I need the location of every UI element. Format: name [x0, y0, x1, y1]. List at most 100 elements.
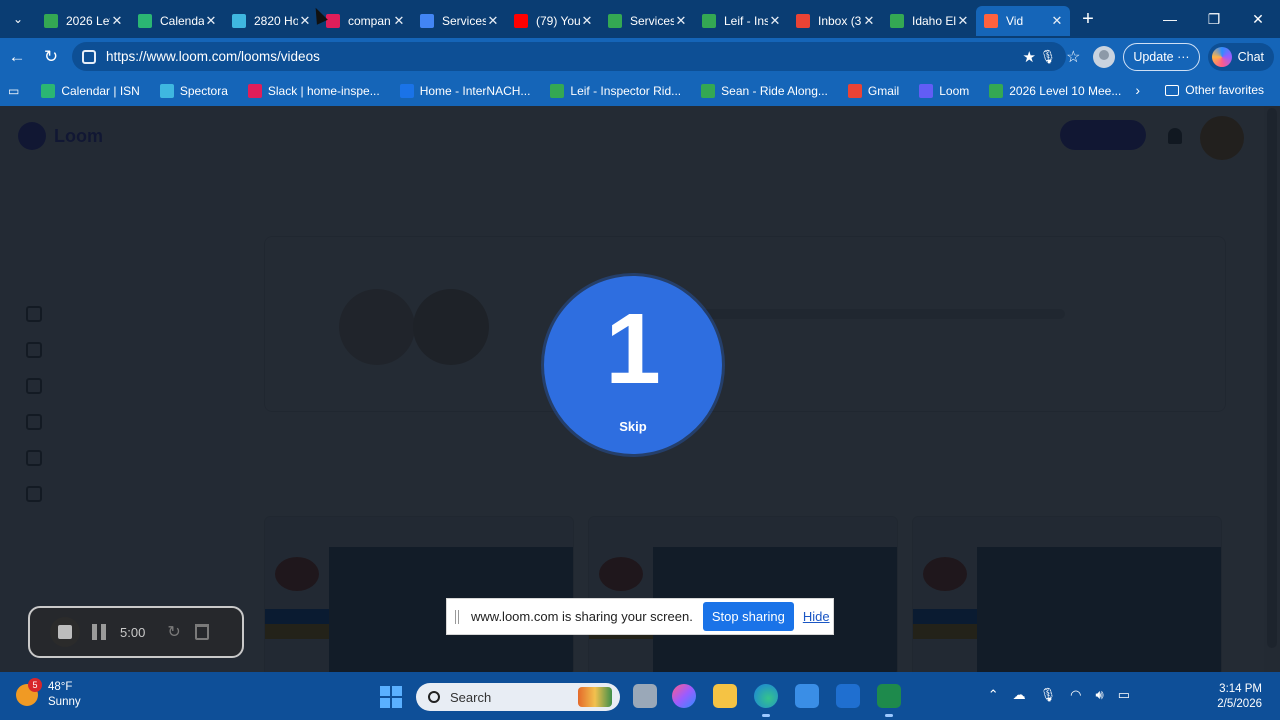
isn-icon	[138, 14, 152, 28]
copilot-icon	[1211, 47, 1232, 67]
browser-tab[interactable]: compan ✕	[318, 6, 412, 36]
weather-text: 48°F Sunny	[48, 680, 81, 710]
copilot-app-icon[interactable]	[672, 684, 696, 708]
tab-title: Services	[442, 14, 486, 28]
other-favorites[interactable]: Other favorites	[1165, 83, 1264, 97]
chevron-up-icon[interactable]: ⌃	[988, 687, 999, 703]
edge-browser-icon[interactable]	[754, 684, 778, 717]
tab-title: (79) You	[536, 14, 580, 28]
clock-date: 2/5/2026	[1217, 698, 1262, 710]
tabs-container: 2026 Lev✕Calenda✕2820 Ho✕compan✕Services…	[36, 2, 1070, 36]
browser-tab[interactable]: Calenda ✕	[130, 6, 224, 36]
share-message: www.loom.com is sharing your screen.	[471, 609, 693, 624]
skip-label: Skip	[619, 419, 647, 434]
outlook-icon[interactable]	[836, 684, 860, 708]
close-tab-icon[interactable]: ✕	[486, 13, 500, 29]
weather-condition: Sunny	[48, 696, 81, 708]
close-tab-icon[interactable]: ✕	[110, 13, 124, 29]
close-tab-icon[interactable]: ✕	[392, 13, 406, 29]
window-controls: — ❐ ✕	[1148, 0, 1280, 38]
microphone-icon[interactable]: 🎙︎	[1040, 687, 1057, 703]
sidebar-toggle-icon[interactable]: ▭	[8, 84, 19, 98]
loom-icon	[919, 84, 934, 98]
update-button[interactable]: Update ···	[1123, 43, 1200, 71]
close-tab-icon[interactable]: ✕	[674, 13, 688, 29]
weather-widget[interactable]: 5 48°F Sunny	[16, 678, 81, 710]
internachi-icon	[399, 84, 414, 98]
bookmark-label: 2026 Level 10 Mee...	[1009, 84, 1122, 98]
close-tab-icon[interactable]: ✕	[204, 13, 218, 29]
bookmark-item[interactable]: Leif - Inspector Rid...	[550, 84, 681, 98]
copilot-chat-button[interactable]: Chat	[1207, 43, 1274, 71]
stop-sharing-button[interactable]: Stop sharing	[702, 602, 794, 631]
spectora-icon	[159, 84, 174, 98]
close-tab-icon[interactable]: ✕	[580, 13, 594, 29]
chevron-right-icon[interactable]: ›	[1135, 82, 1140, 98]
close-tab-icon[interactable]: ✕	[862, 13, 876, 29]
browser-tab[interactable]: Vid ✕	[976, 6, 1070, 36]
minimize-icon[interactable]: —	[1148, 0, 1192, 38]
sheets-icon	[608, 14, 622, 28]
docs-icon	[420, 14, 434, 28]
bookmark-item[interactable]: Spectora	[159, 84, 228, 98]
bookmark-item[interactable]: Loom	[919, 84, 969, 98]
close-window-icon[interactable]: ✕	[1236, 0, 1280, 38]
task-view-icon[interactable]	[633, 684, 657, 708]
restore-icon[interactable]: ❐	[1192, 0, 1236, 38]
close-tab-icon[interactable]: ✕	[956, 13, 970, 29]
taskbar-search[interactable]: Search	[416, 683, 620, 711]
bookmark-item[interactable]: 2026 Level 10 Mee...	[989, 84, 1121, 98]
profile-avatar[interactable]	[1093, 46, 1116, 68]
browser-tab[interactable]: Services ✕	[600, 6, 694, 36]
toolbar-right: ☆ Update ··· Chat	[1061, 42, 1274, 72]
search-icon	[428, 691, 440, 703]
hide-link[interactable]: Hide	[803, 609, 830, 624]
excel-icon[interactable]	[877, 684, 901, 717]
search-placeholder: Search	[450, 689, 492, 705]
clock[interactable]: 3:14 PM 2/5/2026	[1217, 682, 1262, 712]
file-explorer-icon[interactable]	[713, 684, 737, 708]
restart-icon[interactable]: ↻	[167, 622, 180, 642]
browser-tab[interactable]: (79) You ✕	[506, 6, 600, 36]
browser-tab[interactable]: 2026 Lev✕	[36, 6, 130, 36]
bookmark-label: Calendar | ISN	[61, 84, 140, 98]
browser-tab[interactable]: 2820 Ho ✕	[224, 6, 318, 36]
start-button[interactable]	[380, 686, 402, 708]
battery-icon[interactable]: ▭	[1118, 687, 1130, 703]
favorite-star-icon[interactable]: ★	[1023, 48, 1036, 66]
sheets-icon	[989, 84, 1004, 98]
gmail-icon	[847, 84, 862, 98]
close-tab-icon[interactable]: ✕	[298, 13, 312, 29]
close-tab-icon[interactable]: ✕	[768, 13, 782, 29]
bookmark-item[interactable]: Calendar | ISN	[41, 84, 140, 98]
countdown-skip-button[interactable]: 1 Skip	[544, 276, 722, 454]
read-aloud-icon[interactable]: 🎙︎	[1039, 49, 1056, 65]
back-button[interactable]: ←	[0, 41, 34, 73]
wifi-icon[interactable]: ◠	[1070, 687, 1081, 703]
browser-tab[interactable]: Inbox (3 ✕	[788, 6, 882, 36]
stop-recording-button[interactable]	[50, 617, 80, 647]
drag-handle-icon[interactable]	[455, 609, 459, 624]
tab-actions-menu-icon[interactable]: ⌄	[0, 0, 36, 38]
favorites-icon[interactable]: ☆	[1061, 47, 1085, 67]
windows-taskbar: 5 48°F Sunny Search ⌃ ☁ 🎙︎ ◠ 🔊︎ ▭ 3:14 PM…	[0, 672, 1280, 720]
browser-tab[interactable]: Idaho El ✕	[882, 6, 976, 36]
microsoft-store-icon[interactable]	[795, 684, 819, 708]
bookmark-item[interactable]: Home - InterNACH...	[399, 84, 530, 98]
pause-icon[interactable]	[92, 624, 106, 640]
new-tab-button[interactable]: +	[1070, 8, 1106, 31]
browser-tab[interactable]: Services ✕	[412, 6, 506, 36]
tab-title: Inbox (3	[818, 14, 862, 28]
onedrive-cloud-icon[interactable]: ☁	[1013, 687, 1026, 703]
site-info-icon[interactable]	[82, 49, 96, 64]
bookmark-item[interactable]: Slack | home-inspe...	[247, 84, 380, 98]
volume-icon[interactable]: 🔊︎	[1096, 687, 1104, 703]
trash-icon[interactable]	[194, 624, 209, 640]
bookmark-item[interactable]: Gmail	[847, 84, 899, 98]
browser-tab[interactable]: Leif - Ins ✕	[694, 6, 788, 36]
refresh-button[interactable]: ↻	[34, 41, 68, 73]
sheets-icon	[701, 84, 716, 98]
url-field[interactable]: https://www.loom.com/looms/videos ★ 🎙︎	[72, 42, 1066, 71]
bookmark-item[interactable]: Sean - Ride Along...	[701, 84, 828, 98]
close-tab-icon[interactable]: ✕	[1050, 13, 1064, 29]
